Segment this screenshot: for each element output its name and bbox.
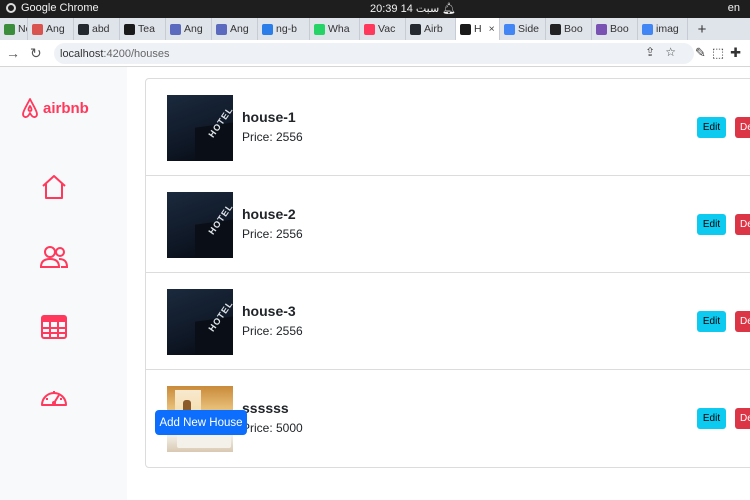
app-name: Google Chrome [21,2,99,14]
share-icon[interactable]: ⇪ [645,45,665,59]
tab-label: abd [92,23,110,35]
house-row: HOTEL house-2 Price: 2556 Edit De [146,176,750,273]
browser-tab[interactable]: Boo [546,18,592,40]
delete-button[interactable]: De [735,311,750,332]
tab-favicon-icon [642,23,653,35]
browser-tab[interactable]: Boo [592,18,638,40]
chrome-icon [6,3,16,13]
tab-favicon-icon [504,23,515,35]
delete-button[interactable]: De [735,117,750,138]
puzzle-icon[interactable]: ✚ [730,45,747,60]
browser-tab[interactable]: abd [74,18,120,40]
browser-tab[interactable]: Nod [0,18,28,40]
new-tab-button[interactable]: + [688,21,716,38]
tab-favicon-icon [170,23,181,35]
url-path: :4200/houses [103,47,170,60]
tab-favicon-icon [262,23,273,35]
browser-tab[interactable]: Ang [166,18,212,40]
tab-favicon-icon [410,23,421,35]
browser-tab[interactable]: Wha [310,18,360,40]
add-new-house-button[interactable]: Add New House [155,410,247,435]
tab-label: Boo [564,23,583,35]
tab-label: imag [656,23,679,35]
browser-tab[interactable]: Side [500,18,546,40]
house-price: Price: 2556 [242,324,303,338]
browser-tab[interactable]: imag [638,18,688,40]
extension-icon[interactable]: ⬚ [712,45,730,60]
system-clock[interactable]: 20:39 14 سبت [370,2,439,15]
tab-label: Ang [46,23,65,35]
house-price: Price: 5000 [242,421,303,435]
browser-tab[interactable]: H × [456,18,500,40]
tab-favicon-icon [314,23,325,35]
browser-tab[interactable]: Tea [120,18,166,40]
reload-icon[interactable]: ↻ [30,45,42,62]
bookmark-star-icon[interactable]: ☆ [665,45,686,59]
tab-favicon-icon [78,23,89,35]
url-host: localhost [60,47,104,60]
tab-close-icon[interactable]: × [489,23,495,35]
house-name: house-1 [242,109,296,125]
tab-favicon-icon [460,23,471,35]
edit-button[interactable]: Edit [697,408,726,429]
tab-label: H [474,23,482,35]
tab-label: Ang [184,23,203,35]
edit-extension-icon[interactable]: ✎ [695,45,712,60]
tab-favicon-icon [596,23,607,35]
tab-strip: NodAngabdTeaAngAngng-bWhaVacAirbH×SideBo… [0,18,750,40]
address-bar: → ↻ i localhost:4200/houses ⇪☆ ✎⬚✚ [0,40,750,84]
house-row: HOTEL house-1 Price: 2556 Edit De [146,79,750,176]
tab-label: ng-b [276,23,298,35]
tab-favicon-icon [216,23,227,35]
delete-button[interactable]: De [735,408,750,429]
browser-tab[interactable]: Ang [212,18,258,40]
browser-tab[interactable]: Airb [406,18,456,40]
tab-label: Wha [328,23,350,35]
tab-label: Airb [424,23,443,35]
airbnb-logo-icon [22,98,38,118]
edit-button[interactable]: Edit [697,117,726,138]
edit-button[interactable]: Edit [697,311,726,332]
tab-favicon-icon [4,23,15,35]
tab-label: Tea [138,23,155,35]
delete-button[interactable]: De [735,214,750,235]
house-name: ssssss [242,400,289,416]
notification-bell-icon[interactable]: 🔔︎ [442,2,456,15]
tab-favicon-icon [32,23,43,35]
edit-button[interactable]: Edit [697,214,726,235]
house-image: HOTEL [167,289,233,355]
house-price: Price: 2556 [242,130,303,144]
app-indicator: Google Chrome [6,2,99,14]
tab-label: Boo [610,23,629,35]
airbnb-logo[interactable]: airbnb [20,97,89,119]
os-top-bar: Google Chrome 20:39 14 سبت 🔔︎ en [0,0,750,18]
house-price: Price: 2556 [242,227,303,241]
tab-favicon-icon [124,23,135,35]
tab-label: Side [518,23,540,35]
logo-text: airbnb [43,99,89,117]
house-image: HOTEL [167,192,233,258]
tab-label: Nod [18,23,27,35]
tab-label: Vac [378,23,396,35]
extensions-area: ✎⬚✚ [695,45,747,61]
forward-icon[interactable]: → [6,45,20,61]
tab-label: Ang [230,23,249,35]
house-row: HOTEL house-3 Price: 2556 Edit De [146,273,750,370]
house-image: HOTEL [167,95,233,161]
house-name: house-2 [242,206,296,222]
language-indicator[interactable]: en [728,2,740,14]
dashboard-icon[interactable] [38,381,70,413]
home-icon[interactable] [38,171,70,203]
tab-favicon-icon [550,23,561,35]
sidebar: airbnb [0,67,127,500]
browser-tab[interactable]: ng-b [258,18,310,40]
table-icon[interactable] [38,311,70,343]
url-field[interactable]: i localhost:4200/houses ⇪☆ [54,43,694,84]
browser-tab[interactable]: Vac [360,18,406,40]
page-content: airbnb HOTEL house-1Price: 2556 Edit De … [0,67,750,500]
tab-favicon-icon [364,23,375,35]
browser-tab[interactable]: Ang [28,18,74,40]
users-icon[interactable] [38,241,70,273]
house-name: house-3 [242,303,296,319]
